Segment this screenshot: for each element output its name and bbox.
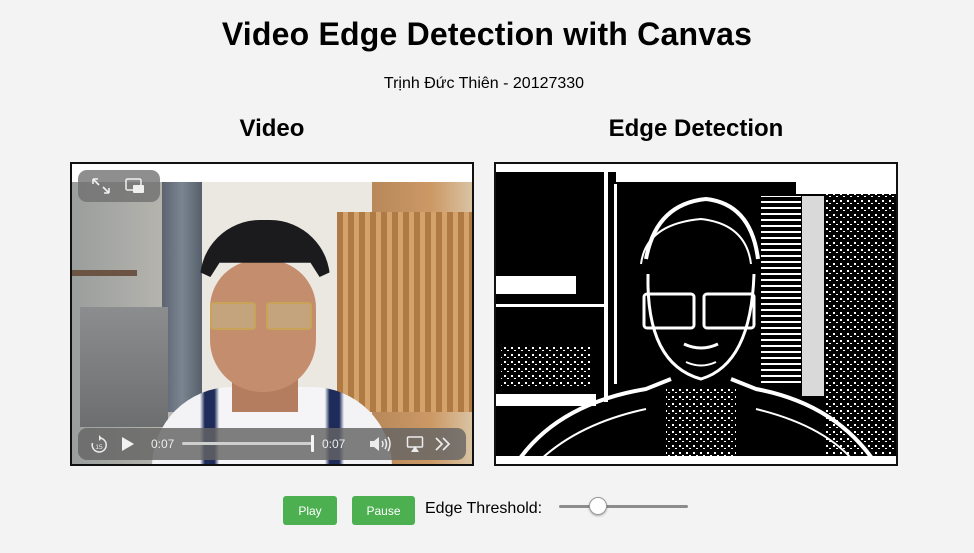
- pause-button[interactable]: Pause: [352, 496, 415, 525]
- edge-detection-heading: Edge Detection: [608, 115, 784, 142]
- current-time: 0:07: [151, 437, 175, 451]
- scrubber-knob[interactable]: [311, 435, 314, 452]
- svg-text:15: 15: [95, 444, 103, 451]
- author-subtitle: Trịnh Đức Thiên - 20127330: [383, 75, 585, 92]
- fullscreen-icon[interactable]: [90, 176, 112, 196]
- edge-threshold-slider[interactable]: [559, 497, 688, 515]
- video-heading: Video: [239, 115, 305, 142]
- edge-threshold-slider-thumb[interactable]: [588, 497, 607, 515]
- play-icon[interactable]: [118, 434, 136, 454]
- video-player[interactable]: 15 0:07 0:07: [70, 162, 474, 466]
- edge-detection-canvas: [494, 162, 898, 466]
- page-title: Video Edge Detection with Canvas: [221, 16, 753, 52]
- video-top-overlay: [78, 170, 160, 202]
- picture-in-picture-icon[interactable]: [124, 176, 146, 196]
- video-controls-bar: 15 0:07 0:07: [78, 428, 466, 460]
- airplay-icon[interactable]: [406, 434, 424, 454]
- video-scrubber[interactable]: [182, 435, 314, 452]
- volume-icon[interactable]: [368, 434, 392, 454]
- rewind-15-icon[interactable]: 15: [90, 434, 108, 454]
- total-time: 0:07: [322, 437, 346, 451]
- more-icon[interactable]: [434, 434, 452, 454]
- play-button[interactable]: Play: [283, 496, 337, 525]
- edge-threshold-label: Edge Threshold:: [425, 500, 543, 517]
- video-frame-image: [72, 182, 472, 464]
- edge-detection-output: [496, 164, 896, 464]
